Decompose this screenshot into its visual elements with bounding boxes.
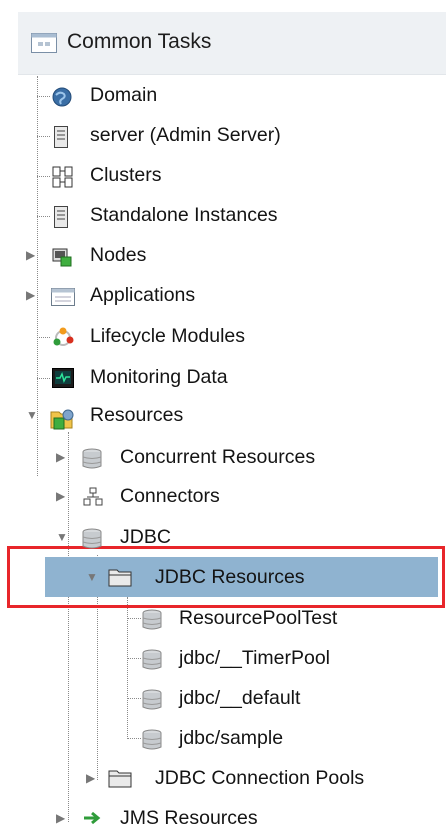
server-icon (54, 126, 68, 148)
connector-icon (83, 487, 103, 506)
lifecycle-icon (53, 327, 74, 346)
tree-item-jms-resources[interactable]: ▶ JMS Resources (0, 801, 446, 835)
tree-item-clusters[interactable]: Clusters (0, 158, 446, 192)
server-icon (54, 206, 68, 228)
tree-item-jdbc[interactable]: ▼ JDBC (0, 520, 446, 554)
database-icon (142, 729, 162, 750)
tree-label: server (Admin Server) (90, 124, 281, 146)
folder-icon (108, 770, 132, 788)
folder-icon (108, 569, 132, 587)
tree-item-jdbc-sample[interactable]: jdbc/sample (0, 721, 446, 755)
tree-label: Lifecycle Modules (90, 325, 245, 347)
cluster-icon (52, 166, 73, 188)
jms-icon (84, 811, 101, 825)
node-icon (52, 248, 72, 267)
tree-item-resource-pool-test[interactable]: ResourcePoolTest (0, 601, 446, 635)
tree-label: JDBC Resources (155, 566, 305, 588)
tree-label: jdbc/__default (179, 687, 301, 709)
tree-item-nodes[interactable]: ▶ Nodes (0, 238, 446, 272)
collapse-arrow-icon[interactable]: ▼ (86, 560, 98, 594)
tree-item-lifecycle-modules[interactable]: Lifecycle Modules (0, 319, 446, 353)
database-icon (142, 689, 162, 710)
tree-item-applications[interactable]: ▶ Applications (0, 278, 446, 312)
tree-label: ResourcePoolTest (179, 607, 338, 629)
globe-icon (52, 87, 72, 107)
database-icon (142, 649, 162, 670)
tree-label: jdbc/__TimerPool (179, 647, 331, 669)
collapse-arrow-icon[interactable]: ▼ (56, 520, 68, 554)
tree-label: jdbc/sample (179, 727, 284, 749)
expand-arrow-icon[interactable]: ▶ (26, 278, 35, 312)
tree-item-monitoring-data[interactable]: Monitoring Data (0, 360, 446, 394)
common-tasks-icon (31, 33, 57, 53)
expand-arrow-icon[interactable]: ▶ (56, 440, 65, 474)
expand-arrow-icon[interactable]: ▶ (26, 238, 35, 272)
tree-label: Domain (90, 84, 158, 106)
tree-item-jdbc-default[interactable]: jdbc/__default (0, 681, 446, 715)
tree-item-jdbc-resources[interactable]: ▼ JDBC Resources (0, 560, 446, 594)
resources-icon (50, 409, 74, 430)
common-tasks-label: Common Tasks (67, 30, 212, 53)
tree-label: Standalone Instances (90, 204, 278, 226)
tree-item-jdbc-connection-pools[interactable]: ▶ JDBC Connection Pools (0, 761, 446, 795)
tree-label: JMS Resources (120, 807, 258, 829)
tree-label: Clusters (90, 164, 162, 186)
expand-arrow-icon[interactable]: ▶ (56, 479, 65, 513)
tree-item-connectors[interactable]: ▶ Connectors (0, 479, 446, 513)
applications-icon (51, 288, 75, 306)
tree-item-concurrent-resources[interactable]: ▶ Concurrent Resources (0, 440, 446, 474)
tree-item-server[interactable]: server (Admin Server) (0, 118, 446, 152)
tree-item-timer-pool[interactable]: jdbc/__TimerPool (0, 641, 446, 675)
collapse-arrow-icon[interactable]: ▼ (26, 398, 38, 432)
database-icon (82, 448, 102, 469)
tree-label: Concurrent Resources (120, 446, 316, 468)
tree-label: JDBC Connection Pools (155, 767, 365, 789)
database-icon (82, 528, 102, 549)
tree-label: Applications (90, 284, 196, 306)
tree-label: JDBC (120, 526, 171, 548)
database-icon (142, 609, 162, 630)
common-tasks-header[interactable]: Common Tasks (18, 12, 446, 75)
tree-item-resources[interactable]: ▼ Resources (0, 398, 446, 432)
tree-label: Connectors (120, 485, 220, 507)
tree-item-domain[interactable]: Domain (0, 78, 446, 112)
tree-label: Resources (90, 404, 184, 426)
tree-label: Monitoring Data (90, 366, 228, 388)
tree-label: Nodes (90, 244, 147, 266)
monitor-icon (52, 368, 74, 388)
expand-arrow-icon[interactable]: ▶ (56, 801, 65, 835)
expand-arrow-icon[interactable]: ▶ (86, 761, 95, 795)
tree-item-standalone-instances[interactable]: Standalone Instances (0, 198, 446, 232)
